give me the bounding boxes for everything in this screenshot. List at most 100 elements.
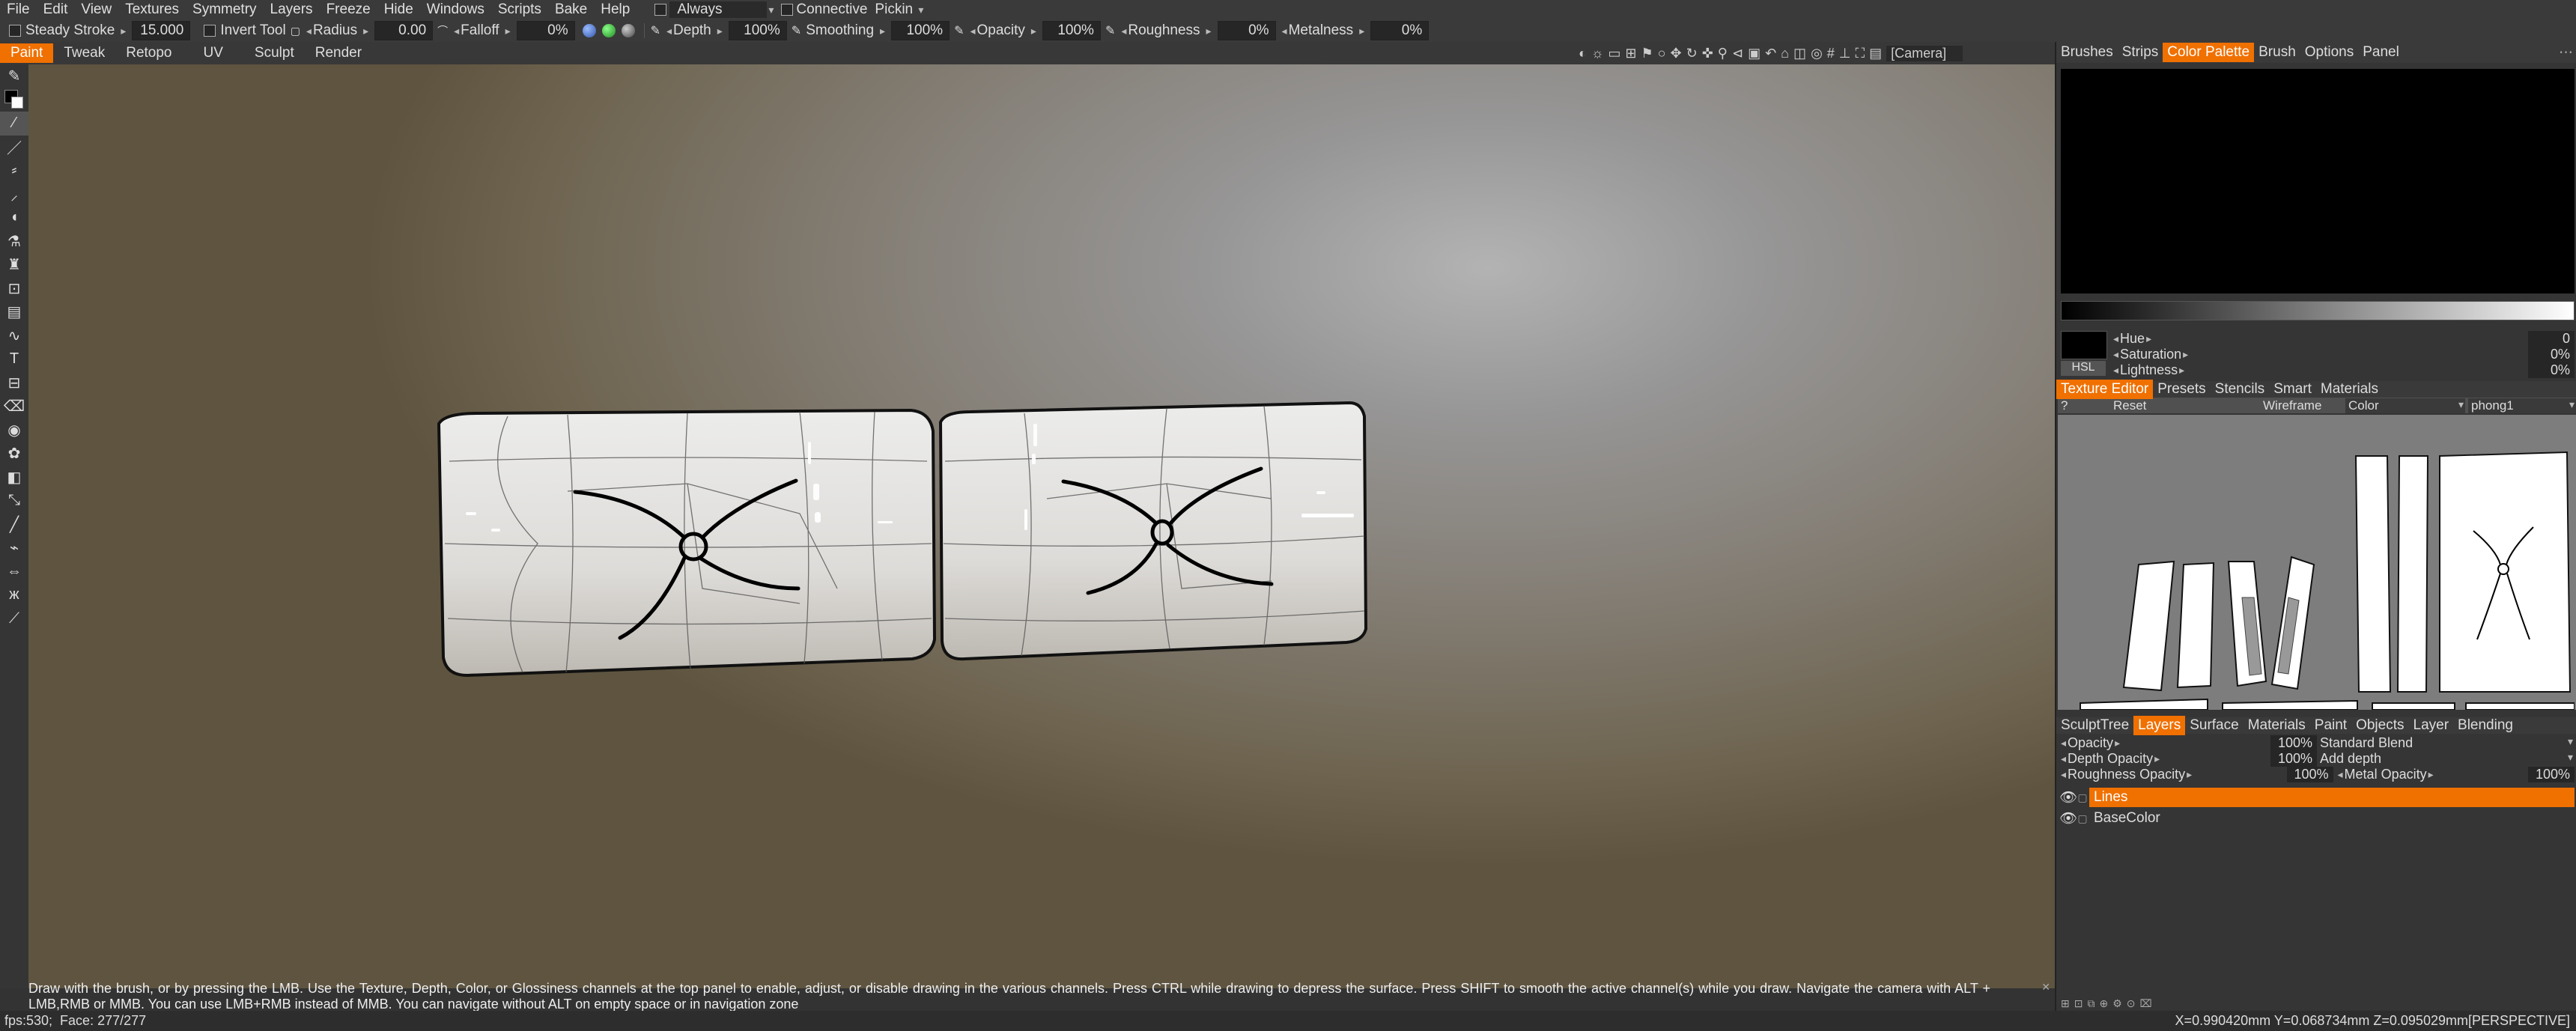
home-icon[interactable]: ⌂ — [1781, 46, 1789, 61]
grid-icon[interactable]: # — [1827, 46, 1835, 61]
metalness-input[interactable]: 0% — [1370, 21, 1430, 40]
depth-opacity-left-arrow-icon[interactable]: ◂ — [2061, 752, 2066, 765]
steady-stroke-checkbox[interactable] — [9, 25, 21, 37]
tab-surface[interactable]: Surface — [2185, 716, 2243, 735]
image-icon[interactable]: ▣ — [1748, 46, 1761, 61]
tab-retopo[interactable]: Retopo — [115, 43, 182, 63]
texture-wireframe-toggle[interactable]: Wireframe — [2226, 398, 2345, 413]
zoom-icon[interactable]: ⚲ — [1718, 46, 1728, 61]
duplicate-icon[interactable]: ⧉ — [2087, 997, 2094, 1010]
opacity-left-arrow-icon[interactable]: ◂ — [970, 25, 975, 37]
hue-right-arrow-icon[interactable]: ▸ — [2146, 332, 2151, 345]
metalness-left-arrow-icon[interactable]: ◂ — [1282, 25, 1287, 37]
picker-tool-icon[interactable]: ⤡ — [0, 489, 28, 513]
smoothing-right-arrow-icon[interactable]: ▸ — [880, 25, 885, 37]
tab-strips[interactable]: Strips — [2118, 43, 2163, 62]
eye-tool-icon[interactable]: ◉ — [0, 419, 28, 442]
metalness-right-arrow-icon[interactable]: ▸ — [1359, 25, 1364, 37]
fill-tool-icon[interactable]: ⚗ — [0, 230, 28, 254]
new-layer-icon[interactable]: ⊞ — [2061, 997, 2070, 1010]
radius-left-arrow-icon[interactable]: ◂ — [306, 25, 312, 37]
gradient-tool-icon[interactable]: ◧ — [0, 466, 28, 490]
hue-left-arrow-icon[interactable]: ◂ — [2113, 332, 2118, 345]
lightness-left-arrow-icon[interactable]: ◂ — [2113, 364, 2118, 377]
layer-opacity-value[interactable]: 100% — [2270, 735, 2317, 751]
contrast-icon[interactable]: ◐ — [1579, 46, 1587, 61]
sphere-blue-icon[interactable] — [582, 24, 596, 37]
roughness-left-arrow-icon[interactable]: ◂ — [1121, 25, 1126, 37]
pickin-dropdown[interactable]: Pickin ▾ — [875, 1, 925, 18]
tab-brushes[interactable]: Brushes — [2056, 43, 2118, 62]
spray-tool-icon[interactable]: ⸗ — [0, 159, 28, 183]
current-color-swatch[interactable] — [2061, 331, 2107, 359]
measure-tool-icon[interactable]: ⟋ — [0, 607, 28, 631]
axis-icon[interactable]: ⊥ — [1839, 46, 1851, 61]
delete-icon[interactable]: ⌧ — [2140, 997, 2152, 1010]
invert-tool-checkbox[interactable] — [204, 25, 216, 37]
layer-opacity-left-arrow-icon[interactable]: ◂ — [2061, 737, 2066, 749]
curve-tool-icon[interactable]: ∿ — [0, 324, 28, 348]
camera-icon[interactable]: ▤ — [1869, 46, 1882, 61]
right-tile-mesh[interactable] — [938, 401, 1368, 661]
menu-file[interactable]: File — [0, 1, 37, 18]
opacity-input[interactable]: 100% — [1042, 21, 1101, 40]
light-icon[interactable]: ☼ — [1591, 46, 1604, 61]
falloff-curve-icon[interactable]: ⌒ — [437, 23, 448, 38]
saturation-left-arrow-icon[interactable]: ◂ — [2113, 348, 2118, 361]
tab-texture-editor[interactable]: Texture Editor — [2056, 380, 2154, 399]
connective-checkbox[interactable] — [781, 4, 794, 16]
saturation-right-arrow-icon[interactable]: ▸ — [2183, 348, 2188, 361]
brush-tool-icon[interactable]: ⁄ — [0, 112, 28, 136]
menu-symmetry[interactable]: Symmetry — [186, 1, 264, 18]
lightness-gradient-strip[interactable] — [2061, 301, 2575, 320]
tab-paint-objects[interactable]: Paint — [2310, 716, 2351, 735]
visibility-eye-icon[interactable]: 👁 — [2059, 788, 2077, 806]
roughness-opacity-left-arrow-icon[interactable]: ◂ — [2061, 768, 2066, 781]
tab-layer-materials[interactable]: Materials — [2244, 716, 2310, 735]
pattern-tool-icon[interactable]: ✿ — [0, 442, 28, 466]
menu-scripts[interactable]: Scripts — [491, 1, 548, 18]
text-tool-icon[interactable]: T — [0, 347, 28, 371]
falloff-input[interactable]: 0% — [516, 21, 575, 40]
tab-sculpt[interactable]: Sculpt — [244, 43, 305, 63]
tab-uv[interactable]: UV — [193, 43, 234, 63]
lightness-value[interactable]: 0% — [2528, 362, 2575, 378]
menu-bake[interactable]: Bake — [548, 1, 594, 18]
sphere-gray-icon[interactable] — [621, 24, 635, 37]
tab-sculpttree[interactable]: SculptTree — [2056, 716, 2133, 735]
pen-tool-icon[interactable]: ✎ — [0, 64, 28, 88]
butterfly-tool-icon[interactable]: ж — [0, 583, 28, 607]
always-checkbox[interactable] — [654, 4, 667, 16]
menu-windows[interactable]: Windows — [420, 1, 491, 18]
stamp-tool-icon[interactable]: ⊡ — [0, 277, 28, 301]
rect-tool-icon[interactable]: ⊟ — [0, 371, 28, 395]
falloff-right-arrow-icon[interactable]: ▸ — [505, 25, 511, 37]
tab-smart[interactable]: Smart — [2269, 380, 2316, 399]
depth-left-arrow-icon[interactable]: ◂ — [666, 25, 672, 37]
viewport-3d[interactable] — [28, 64, 2055, 988]
menu-help[interactable]: Help — [594, 1, 637, 18]
lightness-right-arrow-icon[interactable]: ▸ — [2179, 364, 2184, 377]
undo-view-icon[interactable]: ↶ — [1765, 46, 1776, 61]
tab-blending[interactable]: Blending — [2453, 716, 2518, 735]
steady-stroke-input[interactable]: 15.000 — [132, 21, 191, 40]
tab-layer[interactable]: Layer — [2409, 716, 2454, 735]
tab-presets[interactable]: Presets — [2153, 380, 2210, 399]
roughness-opacity-right-arrow-icon[interactable]: ▸ — [2187, 768, 2192, 781]
radius-input[interactable]: 0.00 — [374, 21, 434, 40]
tab-options[interactable]: Options — [2300, 43, 2358, 62]
roughness-input[interactable]: 0% — [1217, 21, 1276, 40]
layer-row-basecolor[interactable]: 👁 ▢ BaseColor — [2059, 808, 2575, 829]
depth-mode-select[interactable]: Add depth ▾ — [2320, 751, 2575, 767]
settings-icon[interactable]: ⚙ — [2112, 997, 2122, 1010]
steady-stroke-arrow-icon[interactable]: ▸ — [121, 25, 126, 37]
metal-opacity-left-arrow-icon[interactable]: ◂ — [2338, 768, 2343, 781]
tab-render[interactable]: Render — [305, 43, 372, 63]
tab-objects[interactable]: Objects — [2351, 716, 2408, 735]
menu-view[interactable]: View — [74, 1, 118, 18]
frame-icon[interactable]: ▭ — [1608, 46, 1620, 61]
depth-input[interactable]: 100% — [728, 21, 787, 40]
clone-tool-icon[interactable]: ♜ — [0, 253, 28, 277]
flag-icon[interactable]: ⚑ — [1641, 46, 1653, 61]
tab-brush[interactable]: Brush — [2254, 43, 2300, 62]
